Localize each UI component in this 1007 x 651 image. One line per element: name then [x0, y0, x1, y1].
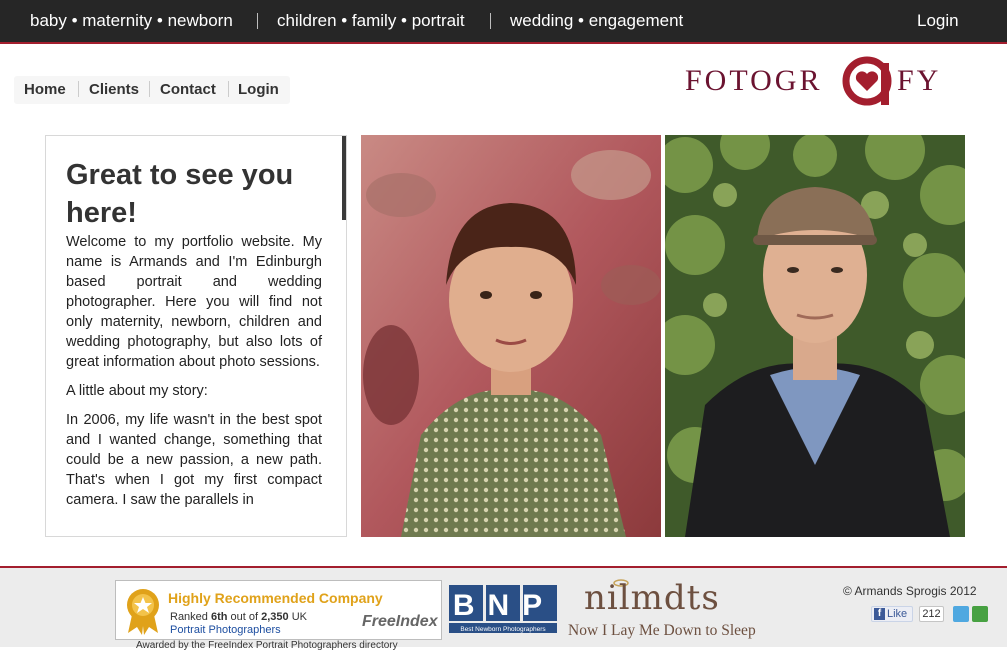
stumbleupon-icon[interactable]	[972, 606, 988, 622]
top-navigation-bar: baby • maternity • newborn children • fa…	[0, 0, 1007, 44]
page-footer: Highly Recommended Company Ranked 6th ou…	[0, 566, 1007, 647]
subnav-separator	[228, 81, 229, 97]
logo-heart-a-icon	[842, 56, 892, 106]
topnav-wedding-engagement[interactable]: wedding • engagement	[510, 11, 683, 31]
welcome-intro-paragraph: Welcome to my portfolio website. My name…	[66, 234, 322, 370]
welcome-story-paragraph: In 2006, my life wasn't in the best spot…	[66, 412, 322, 508]
twitter-icon[interactable]	[953, 606, 969, 622]
freeindex-rank-text: Ranked 6th out of 2,350 UK	[170, 611, 307, 623]
subnav-separator	[78, 81, 79, 97]
nilmdts-word: nilmdts	[584, 578, 720, 618]
bnp-logo[interactable]: BNP Best Newborn Photographers	[449, 585, 559, 635]
freeindex-logo: FreeIndex	[362, 613, 438, 630]
topnav-separator	[257, 13, 258, 29]
facebook-like-button[interactable]: f Like	[871, 606, 913, 622]
bnp-caption: Best Newborn Photographers	[460, 626, 546, 633]
topnav-baby-maternity-newborn[interactable]: baby • maternity • newborn	[30, 11, 233, 31]
facebook-like-count: 212	[919, 606, 944, 622]
welcome-story-heading: A little about my story:	[66, 383, 208, 399]
secondary-navigation: Home Clients Contact Login	[14, 76, 290, 104]
facebook-icon: f	[874, 608, 885, 620]
subnav-home-link[interactable]: Home	[24, 81, 66, 98]
childhood-portrait-photo	[361, 135, 661, 537]
award-medal-icon	[127, 589, 159, 635]
nilmdts-logo[interactable]: nilmdts Now I Lay Me Down to Sleep	[566, 578, 766, 640]
welcome-content: Great to see you here! Welcome to my por…	[66, 156, 322, 510]
subnav-contact-link[interactable]: Contact	[160, 81, 216, 98]
topnav-login-link[interactable]: Login	[917, 11, 959, 31]
subnav-login-link[interactable]: Login	[238, 81, 279, 98]
copyright-text: © Armands Sprogis 2012	[843, 584, 977, 598]
welcome-scrollbar[interactable]	[342, 136, 346, 220]
freeindex-category-link[interactable]: Portrait Photographers	[170, 624, 281, 636]
logo-text-right: FY	[897, 64, 941, 97]
logo-text-left: FOTOGR	[685, 64, 822, 97]
subnav-clients-link[interactable]: Clients	[89, 81, 139, 98]
nilmdts-subtitle: Now I Lay Me Down to Sleep	[568, 622, 756, 639]
subnav-separator	[149, 81, 150, 97]
topnav-separator	[490, 13, 491, 29]
welcome-panel[interactable]: Great to see you here! Welcome to my por…	[45, 135, 347, 537]
fotografy-logo[interactable]: FOTOGR FY	[685, 55, 945, 107]
freeindex-badge[interactable]: Highly Recommended Company Ranked 6th ou…	[115, 580, 442, 640]
bnp-letters: BNP	[453, 589, 555, 622]
topnav-children-family-portrait[interactable]: children • family • portrait	[277, 11, 465, 31]
freeindex-title: Highly Recommended Company	[168, 590, 383, 606]
welcome-title: Great to see you here!	[66, 159, 294, 229]
facebook-like-label: Like	[887, 608, 908, 620]
photographer-portrait-photo	[665, 135, 965, 537]
footer-award-text: Awarded by the FreeIndex Portrait Photog…	[136, 640, 398, 651]
